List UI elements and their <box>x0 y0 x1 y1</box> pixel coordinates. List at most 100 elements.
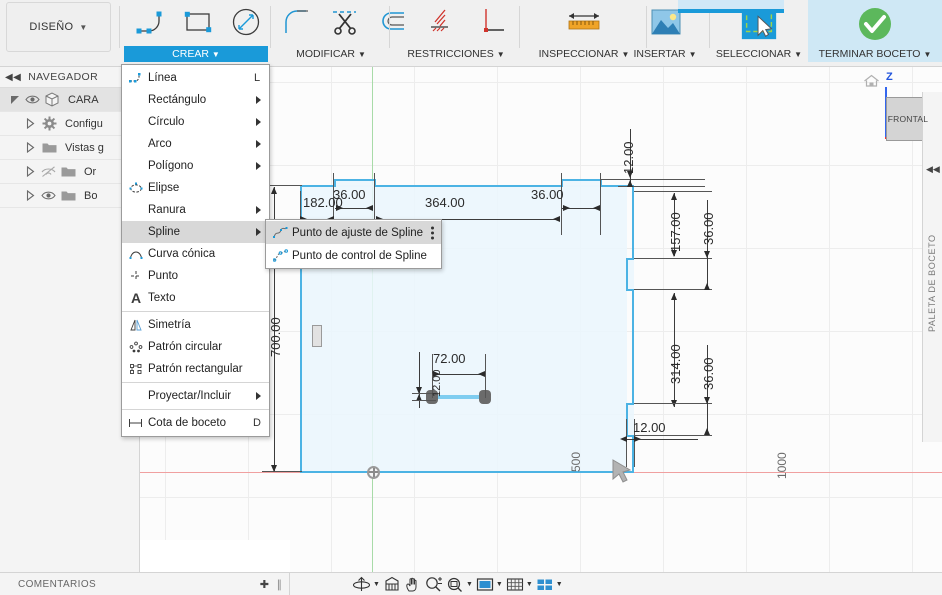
dimension-36-c[interactable]: 36.00 <box>701 212 716 245</box>
menu-item-patron-rectangular[interactable]: Patrón rectangular <box>122 358 269 380</box>
menu-item-cota-de-boceto[interactable]: Cota de boceto D <box>122 412 269 434</box>
circle-diameter-icon[interactable] <box>226 2 266 42</box>
dimension-12-top[interactable]: 12.00 <box>621 141 636 174</box>
dimension-12-bottom[interactable]: 12.00 <box>633 420 666 435</box>
sketch-edge-bottom[interactable] <box>300 471 634 473</box>
menu-item-label: Polígono <box>148 160 194 172</box>
sketch-edge-right-1[interactable] <box>632 185 634 260</box>
expand-triangle-icon[interactable] <box>26 165 37 178</box>
spline-submenu[interactable]: Punto de ajuste de Spline Punto de contr… <box>265 219 442 269</box>
menu-item-elipse[interactable]: Elipse <box>122 177 269 199</box>
home-icon[interactable] <box>863 74 880 93</box>
menu-item-punto[interactable]: Punto <box>122 265 269 287</box>
perpendicular-constraint-icon[interactable] <box>472 2 512 42</box>
menu-item-spline[interactable]: Spline <box>122 221 269 243</box>
dimension-36-d[interactable]: 36.00 <box>701 357 716 390</box>
menu-item-ranura[interactable]: Ranura <box>122 199 269 221</box>
navigator-item-origen[interactable]: Or <box>0 160 139 184</box>
chevron-down-icon[interactable]: ▼ <box>526 581 533 588</box>
eye-visible-icon[interactable] <box>25 94 40 105</box>
eye-hidden-icon[interactable] <box>41 165 56 178</box>
menu-item-proyectar-incluir[interactable]: Proyectar/Incluir <box>122 385 269 407</box>
cursor-arrow-icon <box>610 457 636 488</box>
navigator-item-configuraciones[interactable]: Configu <box>0 112 139 136</box>
sketch-constraint-glyph[interactable] <box>312 325 322 347</box>
expand-triangle-icon[interactable] <box>26 189 37 202</box>
chevron-down-icon[interactable]: ▼ <box>466 581 473 588</box>
collapse-right-icon[interactable]: ◀◀ <box>926 164 940 175</box>
grid-snap-icon[interactable]: ▼ <box>506 575 533 593</box>
dimension-12-inner[interactable]: 12.00 <box>431 369 443 397</box>
dimension-314[interactable]: 314.00 <box>668 344 683 384</box>
sketch-palette-tab[interactable]: ◀◀ PALETA DE BOCETO <box>922 92 942 442</box>
dimension-157[interactable]: 157.00 <box>668 212 683 252</box>
rectangle-icon[interactable] <box>178 2 218 42</box>
resize-grip-icon[interactable]: ∥ <box>277 578 283 591</box>
ribbon-label-crear[interactable]: CREAR ▼ <box>124 46 268 62</box>
expand-triangle-icon[interactable] <box>26 117 37 130</box>
measure-ruler-icon[interactable] <box>564 2 604 42</box>
expand-triangle-icon[interactable] <box>26 141 37 154</box>
menu-item-texto[interactable]: A Texto <box>122 287 269 309</box>
menu-item-rectangulo[interactable]: Rectángulo <box>122 89 269 111</box>
folder-icon <box>60 189 76 202</box>
horizontal-vertical-constraint-icon[interactable] <box>418 2 458 42</box>
component-cube-icon <box>44 92 60 107</box>
crear-dropdown-menu[interactable]: Línea L Rectángulo Círculo Arco Polígono <box>121 64 270 437</box>
navigator-item-root[interactable]: CARA <box>0 88 139 112</box>
sketch-edge-top-1[interactable] <box>300 185 335 187</box>
sketch-edge-right-2[interactable] <box>626 258 628 291</box>
view-cube-face-label: FRONTAL <box>887 114 929 124</box>
menu-item-simetria[interactable]: Simetría <box>122 314 269 336</box>
navigator-item-vistas[interactable]: Vistas g <box>0 136 139 160</box>
chevron-down-icon[interactable]: ▼ <box>373 581 380 588</box>
workspace-switcher[interactable]: DISEÑO ▼ <box>6 2 111 52</box>
trim-scissors-icon[interactable] <box>325 2 365 42</box>
submenu-item-punto-de-ajuste-de-spline[interactable]: Punto de ajuste de Spline <box>266 221 441 244</box>
menu-item-patron-circular[interactable]: Patrón circular <box>122 336 269 358</box>
menu-item-shortcut: D <box>253 417 261 429</box>
sketch-edge-notch-a-top[interactable] <box>334 179 375 181</box>
display-settings-icon[interactable]: ▼ <box>476 575 503 593</box>
fillet-icon[interactable] <box>277 2 317 42</box>
menu-item-curva-conica[interactable]: Curva cónica <box>122 243 269 265</box>
pan-hand-icon[interactable] <box>404 575 422 593</box>
dimension-364[interactable]: 364.00 <box>425 195 465 210</box>
chevron-down-icon[interactable]: ▼ <box>556 581 563 588</box>
chevron-down-icon[interactable]: ▼ <box>496 581 503 588</box>
menu-item-label: Spline <box>148 226 180 238</box>
fit-icon[interactable]: ▼ <box>446 575 473 593</box>
submenu-item-punto-de-control-de-spline[interactable]: Punto de control de Spline <box>266 244 441 267</box>
menu-item-arco[interactable]: Arco <box>122 133 269 155</box>
navigator-panel: ◀◀ NAVEGADOR CARA Configu Vistas g Or Bo <box>0 67 140 572</box>
expand-triangle-icon[interactable] <box>10 94 21 105</box>
menu-item-linea[interactable]: Línea L <box>122 67 269 89</box>
conic-curve-icon <box>126 248 146 260</box>
dimension-72[interactable]: 72.00 <box>433 351 466 366</box>
viewports-icon[interactable]: ▼ <box>536 575 563 593</box>
add-comment-icon[interactable]: ✚ <box>260 578 269 591</box>
line-icon[interactable] <box>130 2 170 42</box>
sketch-edge-right-3[interactable] <box>632 289 634 403</box>
zoom-icon[interactable] <box>425 575 443 593</box>
more-options-kebab-icon[interactable] <box>431 226 434 239</box>
comments-bar[interactable]: COMENTARIOS ✚ ∥ <box>0 572 290 595</box>
ribbon-label-insertar[interactable]: INSERTAR ▼ <box>622 46 708 62</box>
dimension-700[interactable]: 700.00 <box>268 317 283 357</box>
navigator-item-bocetos[interactable]: Bo <box>0 184 139 208</box>
ribbon-label-modificar[interactable]: MODIFICAR ▼ <box>275 46 387 62</box>
dimension-36-a[interactable]: 36.00 <box>333 187 366 202</box>
menu-item-poligono[interactable]: Polígono <box>122 155 269 177</box>
look-at-icon[interactable] <box>383 575 401 593</box>
orbit-icon[interactable]: ▼ <box>352 575 380 593</box>
collapse-left-icon[interactable]: ◀◀ <box>5 72 21 83</box>
sketch-edge-notch-b-top[interactable] <box>561 179 601 181</box>
eye-visible-icon[interactable] <box>41 190 56 201</box>
ribbon-label-terminar-boceto[interactable]: TERMINAR BOCETO ▼ <box>808 46 942 62</box>
ribbon-label-restricciones[interactable]: RESTRICCIONES ▼ <box>394 46 518 62</box>
dimension-36-b[interactable]: 36.00 <box>531 187 564 202</box>
finish-sketch-check-icon[interactable] <box>855 4 895 44</box>
ribbon-label-seleccionar[interactable]: SELECCIONAR ▼ <box>711 46 807 62</box>
axis-z-label: Z <box>886 71 893 83</box>
menu-item-circulo[interactable]: Círculo <box>122 111 269 133</box>
